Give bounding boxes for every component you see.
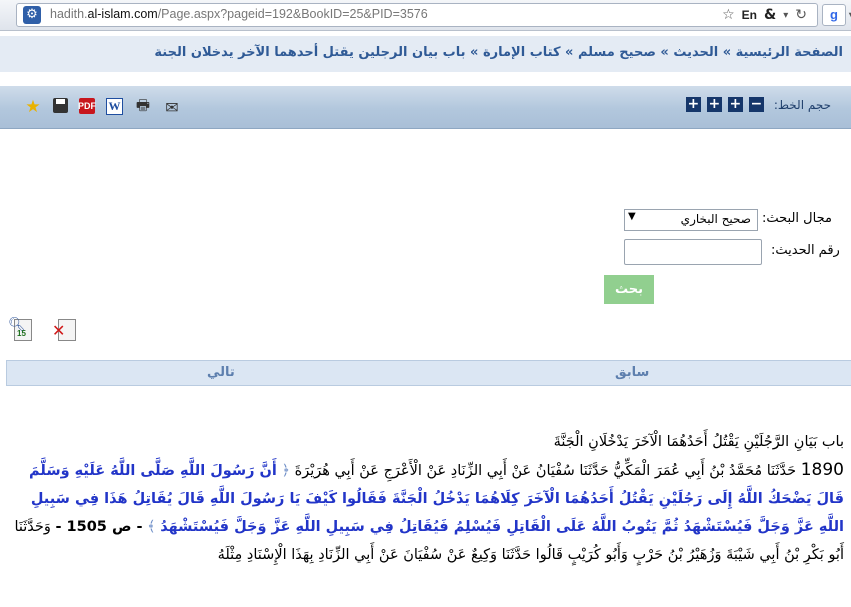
site-settings-icon[interactable]: ⚙ bbox=[23, 6, 41, 24]
chapter-title: باب بَيَانِ الرَّجُلَيْنِ يَقْتُلُ أَحَد… bbox=[553, 434, 844, 450]
breadcrumb-sahih-muslim[interactable]: صحيح مسلم bbox=[578, 45, 656, 60]
breadcrumb-chapter[interactable]: باب بيان الرجلين يقتل أحدهما الآخر يدخلا… bbox=[154, 45, 465, 60]
font-increase-button[interactable]: + bbox=[727, 97, 743, 112]
breadcrumb: الصفحة الرئيسية » الحديث » صحيح مسلم » ك… bbox=[0, 36, 851, 72]
close-icon: ✕ bbox=[52, 321, 66, 340]
breadcrumb-separator: » bbox=[560, 45, 578, 60]
url-text[interactable]: hadith.al-islam.com/Page.aspx?pageid=192… bbox=[50, 7, 428, 21]
breadcrumb-separator: » bbox=[655, 45, 674, 60]
ampersand-addon-icon[interactable]: & bbox=[764, 7, 776, 23]
breadcrumb-trail: الصفحة الرئيسية » الحديث » صحيح مسلم » ك… bbox=[154, 45, 843, 60]
reload-icon[interactable]: ↻ bbox=[795, 7, 807, 23]
hadith-number: 1890 bbox=[800, 460, 844, 480]
save-icon[interactable] bbox=[53, 98, 68, 113]
close-quote: ﴾ bbox=[147, 519, 156, 535]
hadith-number-input[interactable] bbox=[624, 239, 762, 265]
open-quote: ﴿ bbox=[281, 463, 291, 479]
search-button[interactable]: بحث bbox=[604, 275, 654, 304]
font-size-controls: حجم الخط: − + + + bbox=[685, 97, 831, 112]
page-number-glyph: 15 bbox=[17, 329, 26, 338]
tool-icons: ★ PDF W 🖶 ✉ bbox=[24, 96, 181, 118]
breadcrumb-home[interactable]: الصفحة الرئيسية bbox=[736, 45, 843, 60]
breadcrumb-hadith[interactable]: الحديث bbox=[673, 45, 718, 60]
breadcrumb-separator: » bbox=[465, 45, 483, 60]
language-indicator[interactable]: En bbox=[742, 8, 757, 22]
go-to-page-icon[interactable]: 🔍︎ 15 bbox=[8, 317, 34, 343]
previous-link[interactable]: سابق bbox=[615, 365, 649, 380]
page-reference: - ص 1505 - bbox=[55, 519, 143, 535]
mail-icon[interactable]: ✉ bbox=[163, 98, 181, 117]
bookmark-star-icon[interactable]: ☆ bbox=[722, 7, 735, 23]
pagination-bar: سابق تالي bbox=[6, 360, 851, 386]
google-search-icon[interactable]: g bbox=[822, 4, 851, 26]
page-toolbar: ★ PDF W 🖶 ✉ حجم الخط: − + + + bbox=[0, 86, 851, 129]
hadith-number-label: رقم الحديث: bbox=[771, 243, 840, 258]
remove-icon[interactable]: ✕ bbox=[52, 317, 78, 343]
next-link[interactable]: تالي bbox=[207, 365, 235, 380]
address-bar-actions: ☆ En & ▾ ↻ bbox=[722, 6, 807, 24]
chevron-down-icon: ▼ bbox=[628, 211, 636, 222]
word-icon[interactable]: W bbox=[106, 98, 123, 115]
breadcrumb-book[interactable]: كتاب الإمارة bbox=[483, 45, 561, 60]
dropdown-arrow-icon[interactable]: ▾ bbox=[783, 10, 788, 21]
search-field-label: مجال البحث: bbox=[762, 211, 832, 226]
address-bar[interactable]: ⚙ hadith.al-islam.com/Page.aspx?pageid=1… bbox=[16, 3, 818, 27]
isnad-text: حَدَّثَنَا مُحَمَّدُ بْنُ أَبِي عُمَرَ ا… bbox=[294, 463, 797, 479]
font-increase-button[interactable]: + bbox=[685, 97, 701, 112]
hadith-text: باب بَيَانِ الرَّجُلَيْنِ يَقْتُلُ أَحَد… bbox=[4, 428, 844, 569]
star-icon[interactable]: ★ bbox=[24, 97, 42, 117]
font-decrease-button[interactable]: − bbox=[748, 97, 764, 112]
hadith-body: 1890 حَدَّثَنَا مُحَمَّدُ بْنُ أَبِي عُم… bbox=[4, 456, 844, 569]
pdf-icon[interactable]: PDF bbox=[78, 98, 96, 114]
selected-source: صحيح البخاري bbox=[680, 212, 751, 226]
font-size-label: حجم الخط: bbox=[773, 97, 831, 112]
breadcrumb-separator: » bbox=[718, 45, 736, 60]
font-increase-button[interactable]: + bbox=[706, 97, 722, 112]
print-icon[interactable]: 🖶 bbox=[134, 96, 152, 116]
search-source-select[interactable]: صحيح البخاري ▼ bbox=[624, 209, 758, 231]
browser-toolbar: ⚙ hadith.al-islam.com/Page.aspx?pageid=1… bbox=[0, 0, 851, 31]
